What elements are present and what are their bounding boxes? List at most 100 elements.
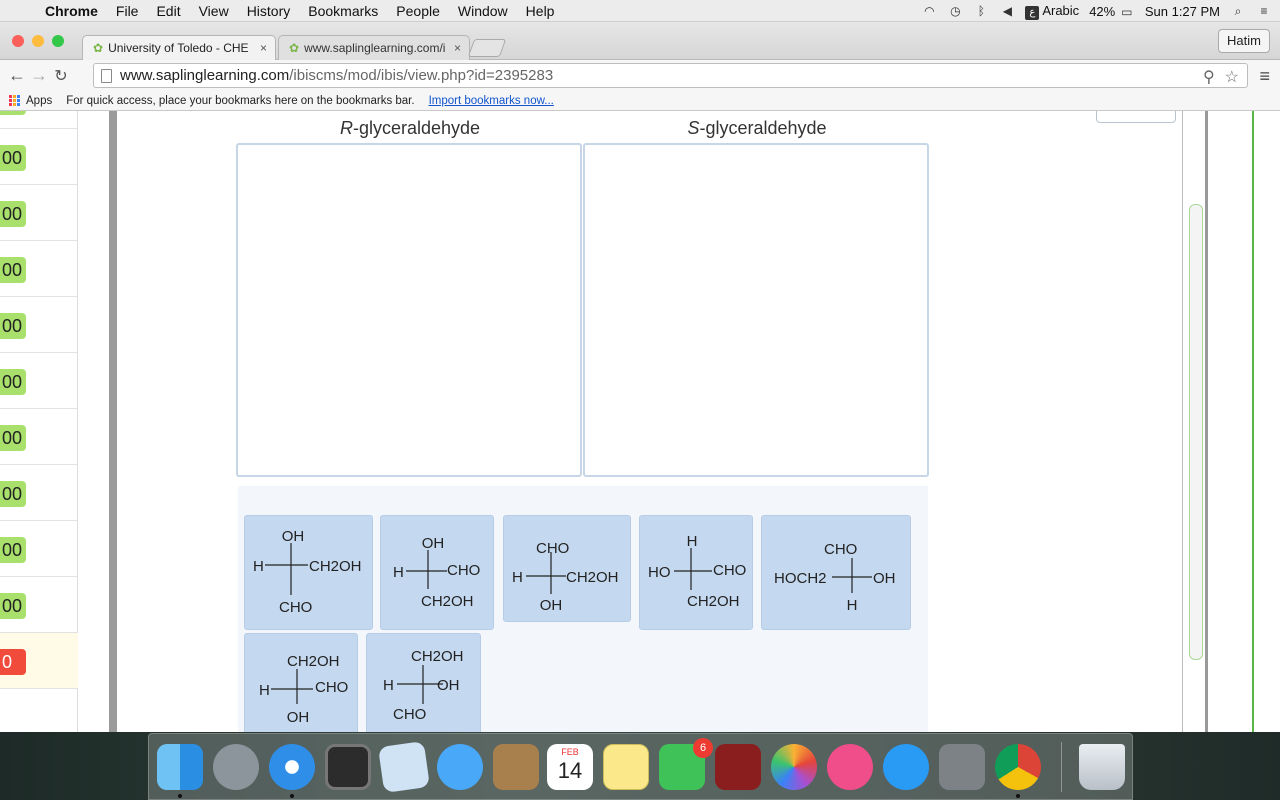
bookmarks-bar: Apps For quick access, place your bookma… — [0, 91, 1280, 111]
tab-sapling-learning[interactable]: ✿ www.saplinglearning.com/i × — [278, 35, 470, 60]
fischer-tile-3[interactable]: CHO H CH2OH OH — [503, 515, 631, 622]
chrome-icon[interactable] — [995, 744, 1041, 790]
score-badge: 0 — [0, 649, 26, 675]
fischer-projection: OH H CH2OH CHO — [253, 528, 362, 616]
fischer-tile-5[interactable]: CHO HOCH2 OH H — [761, 515, 911, 630]
menu-app-name[interactable]: Chrome — [36, 3, 107, 19]
fischer-tile-6[interactable]: CH2OH H CHO OH — [244, 633, 358, 732]
mission-control-icon[interactable] — [325, 744, 371, 790]
score-row[interactable]: 00 — [0, 409, 78, 465]
right-group: OH — [437, 677, 460, 694]
url-domain: www.saplinglearning.com — [120, 67, 290, 84]
fischer-tile-7[interactable]: CH2OH H OH CHO — [366, 633, 481, 732]
top-group: OH — [282, 528, 305, 545]
preview-icon[interactable] — [378, 741, 430, 793]
chrome-menu-icon[interactable]: ≡ — [1259, 66, 1270, 87]
address-bar[interactable]: www.saplinglearning.com/ibiscms/mod/ibis… — [93, 63, 1248, 88]
menu-window[interactable]: Window — [449, 3, 517, 19]
itunes-icon[interactable] — [827, 744, 873, 790]
frame-edge — [109, 111, 117, 732]
back-icon[interactable]: ← — [6, 65, 28, 86]
app-store-icon[interactable] — [883, 744, 929, 790]
menu-bookmarks[interactable]: Bookmarks — [299, 3, 387, 19]
import-bookmarks-link[interactable]: Import bookmarks now... — [429, 95, 554, 107]
fischer-tile-2[interactable]: OH H CHO CH2OH — [380, 515, 494, 630]
safari-icon[interactable] — [269, 744, 315, 790]
contacts-icon[interactable] — [493, 744, 539, 790]
clock[interactable]: Sun 1:27 PM — [1145, 4, 1220, 19]
score-row[interactable]: 00 — [0, 353, 78, 409]
forward-icon[interactable]: → — [28, 65, 50, 86]
calendar-icon[interactable]: FEB 14 — [547, 744, 593, 790]
close-tab-icon[interactable]: × — [260, 41, 267, 55]
fischer-projection: CH2OH H CHO OH — [259, 653, 348, 726]
finder-icon[interactable] — [157, 744, 203, 790]
menu-help[interactable]: Help — [517, 3, 564, 19]
score-row[interactable]: 00 — [0, 111, 78, 129]
running-indicator — [290, 794, 294, 798]
menu-view[interactable]: View — [190, 3, 238, 19]
new-tab-button[interactable] — [467, 39, 507, 57]
sapling-favicon-icon: ✿ — [289, 41, 300, 55]
trash-icon[interactable] — [1079, 744, 1125, 790]
messages-icon[interactable] — [437, 744, 483, 790]
photo-booth-icon[interactable] — [715, 744, 761, 790]
wifi-icon[interactable]: ◠ — [921, 4, 937, 18]
system-preferences-icon[interactable] — [939, 744, 985, 790]
minimize-window-button[interactable] — [32, 35, 44, 47]
heading-suffix: -glyceraldehyde — [699, 118, 827, 138]
launchpad-icon[interactable] — [213, 744, 259, 790]
notes-icon[interactable] — [603, 744, 649, 790]
map-button[interactable] — [1096, 111, 1176, 123]
score-row[interactable]: 00 — [0, 577, 78, 633]
menu-history[interactable]: History — [238, 3, 300, 19]
score-badge: 00 — [0, 537, 26, 563]
score-row[interactable]: 00 — [0, 185, 78, 241]
dock-separator — [1061, 742, 1062, 792]
score-row[interactable]: 00 — [0, 297, 78, 353]
bookmark-star-icon[interactable]: ☆ — [1225, 67, 1239, 87]
extension-icon[interactable]: ⚲ — [1203, 67, 1215, 87]
menu-file[interactable]: File — [107, 3, 148, 19]
top-group: CHO — [536, 540, 569, 557]
score-badge: 00 — [0, 369, 26, 395]
score-row[interactable]: 00 — [0, 465, 78, 521]
profile-button[interactable]: Hatim — [1218, 29, 1270, 53]
score-badge: 00 — [0, 313, 26, 339]
scrollbar-thumb[interactable] — [1189, 204, 1203, 660]
volume-icon[interactable]: ◀ — [999, 4, 1015, 18]
tab-strip: ✿ University of Toledo - CHE × ✿ www.sap… — [0, 22, 1280, 60]
score-row[interactable]: 00 — [0, 521, 78, 577]
time-machine-icon[interactable]: ◷ — [947, 4, 963, 18]
close-window-button[interactable] — [12, 35, 24, 47]
fischer-tile-4[interactable]: H HO CHO CH2OH — [639, 515, 753, 630]
menu-people[interactable]: People — [387, 3, 449, 19]
zoom-window-button[interactable] — [52, 35, 64, 47]
s-glyceraldehyde-dropzone[interactable] — [583, 143, 929, 477]
score-row-current[interactable]: 0 — [0, 633, 78, 689]
close-tab-icon[interactable]: × — [454, 41, 461, 55]
s-glyceraldehyde-heading: S-glyceraldehyde — [584, 118, 930, 139]
input-source[interactable]: ع Arabic — [1025, 3, 1079, 20]
heading-prefix: R — [339, 118, 353, 138]
tab-university-of-toledo[interactable]: ✿ University of Toledo - CHE × — [82, 35, 276, 60]
page-icon — [101, 69, 112, 83]
sapling-favicon-icon: ✿ — [93, 41, 104, 55]
spotlight-icon[interactable]: ⌕ — [1230, 4, 1246, 18]
apps-shortcut[interactable]: Apps — [9, 95, 52, 107]
right-group: CH2OH — [309, 558, 362, 575]
page-content: 00 00 00 00 00 00 00 00 00 00 0 R -glycer… — [0, 111, 1280, 732]
r-glyceraldehyde-dropzone[interactable] — [236, 143, 582, 477]
notification-center-icon[interactable]: ≡ — [1256, 4, 1272, 18]
score-row[interactable]: 00 — [0, 129, 78, 185]
reload-icon[interactable]: ↻ — [50, 66, 72, 86]
score-row[interactable]: 00 — [0, 241, 78, 297]
menu-edit[interactable]: Edit — [147, 3, 189, 19]
photos-icon[interactable] — [771, 744, 817, 790]
browser-window: ✿ University of Toledo - CHE × ✿ www.sap… — [0, 22, 1280, 732]
vertical-scrollbar[interactable] — [1182, 111, 1208, 732]
macos-menu-bar: Chrome File Edit View History Bookmarks … — [0, 0, 1280, 22]
battery-status[interactable]: 42% ▭ — [1089, 4, 1135, 19]
bluetooth-icon[interactable]: ᛒ — [973, 4, 989, 18]
fischer-tile-1[interactable]: OH H CH2OH CHO — [244, 515, 373, 630]
